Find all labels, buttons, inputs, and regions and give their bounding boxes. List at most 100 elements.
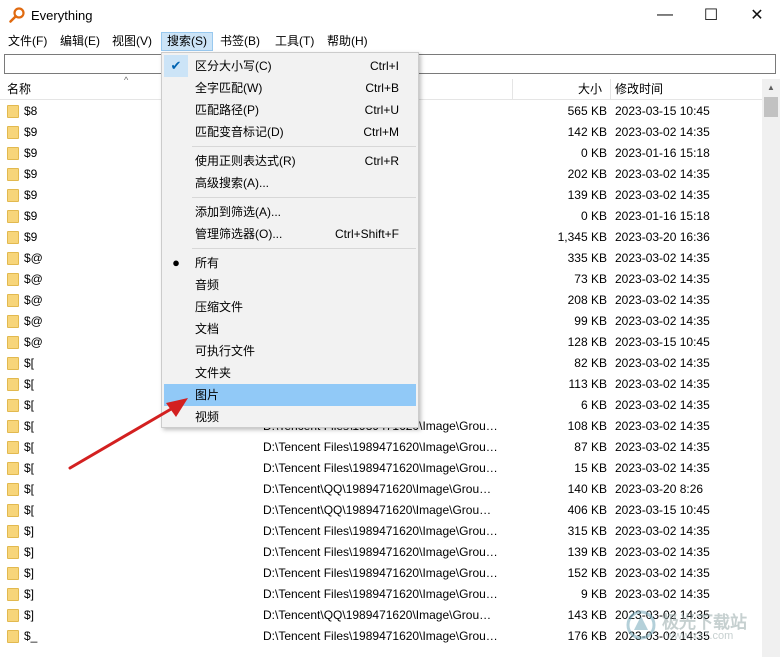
row-size: 0 KB	[580, 146, 607, 160]
vertical-scrollbar[interactable]: ▲	[762, 79, 780, 657]
row-date: 2023-03-15 10:45	[615, 335, 710, 349]
menu-item-label: 所有	[195, 256, 220, 270]
table-row[interactable]: $] D:\Tencent Files\1989471620\Image\Grou…	[0, 563, 762, 584]
row-size: 140 KB	[567, 482, 607, 496]
row-date: 2023-03-02 14:35	[615, 419, 710, 433]
row-date: 2023-03-02 14:35	[615, 356, 710, 370]
scroll-thumb[interactable]	[764, 97, 778, 117]
search-menu-item[interactable]: 视频	[164, 406, 416, 428]
row-name: $9	[24, 125, 38, 139]
menu-edit[interactable]: 编辑(E)	[55, 32, 105, 51]
search-menu-item[interactable]: 匹配变音标记(D) Ctrl+M	[164, 121, 416, 143]
search-menu-item[interactable]: 压缩文件	[164, 296, 416, 318]
watermark-url: www.xz7.com	[666, 630, 734, 642]
folder-icon	[7, 420, 19, 433]
row-name: $]	[24, 608, 35, 622]
table-row[interactable]: $] D:\Tencent Files\1989471620\Image\Grou…	[0, 542, 762, 563]
close-button[interactable]: ✕	[734, 0, 780, 30]
menu-item-label: 匹配路径(P)	[195, 103, 259, 117]
scroll-up-icon[interactable]: ▲	[762, 79, 780, 96]
table-row[interactable]: $] D:\Tencent Files\1989471620\Image\Grou…	[0, 584, 762, 605]
folder-icon	[7, 336, 19, 349]
row-date: 2023-03-02 14:35	[615, 188, 710, 202]
folder-icon	[7, 525, 19, 538]
column-divider[interactable]	[610, 79, 611, 100]
menu-mark-icon	[164, 340, 188, 362]
maximize-button[interactable]: ☐	[688, 0, 734, 30]
row-name: $[	[24, 398, 35, 412]
column-size[interactable]: 大小	[578, 79, 602, 100]
row-name: $9	[24, 230, 38, 244]
menu-search[interactable]: 搜索(S)	[161, 32, 213, 51]
table-row[interactable]: $[D:\Tencent\QQ\1989471620\Image\Grou… 14…	[0, 479, 762, 500]
search-menu-item[interactable]: 高级搜索(A)...	[164, 172, 416, 194]
folder-icon	[7, 483, 19, 496]
row-size: 99 KB	[574, 314, 607, 328]
row-path: D:\Tencent\QQ\1989471620\Image\Grou…	[263, 482, 492, 496]
watermark-logo-icon	[626, 610, 656, 640]
annotation-arrow-icon	[68, 398, 188, 470]
row-name: $@	[24, 293, 43, 307]
menu-item-shortcut: Ctrl+M	[363, 125, 399, 139]
menu-help[interactable]: 帮助(H)	[322, 32, 373, 51]
menu-view[interactable]: 视图(V)	[107, 32, 157, 51]
folder-icon	[7, 462, 19, 475]
menu-item-label: 文档	[195, 322, 220, 336]
search-menu-item[interactable]: ✔ 区分大小写(C) Ctrl+I	[164, 55, 416, 77]
row-path: D:\Tencent Files\1989471620\Image\Grou…	[263, 461, 498, 475]
row-name: $]	[24, 524, 35, 538]
minimize-icon: —	[657, 6, 673, 23]
search-menu-item[interactable]: 文件夹	[164, 362, 416, 384]
search-menu-item[interactable]: 全字匹配(W) Ctrl+B	[164, 77, 416, 99]
row-name: $[	[24, 356, 35, 370]
close-icon: ✕	[750, 7, 764, 24]
search-menu-item[interactable]: 可执行文件	[164, 340, 416, 362]
search-menu-item[interactable]: 匹配路径(P) Ctrl+U	[164, 99, 416, 121]
row-name: $[	[24, 503, 35, 517]
table-row[interactable]: $[D:\Tencent\QQ\1989471620\Image\Grou… 40…	[0, 500, 762, 521]
folder-icon	[7, 126, 19, 139]
menu-file[interactable]: 文件(F)	[3, 32, 52, 51]
search-menu-item[interactable]: 使用正则表达式(R) Ctrl+R	[164, 150, 416, 172]
row-size: 406 KB	[567, 503, 607, 517]
watermark: 极光下载站 www.xz7.com	[622, 606, 772, 646]
minimize-button[interactable]: —	[642, 0, 688, 30]
search-menu-item[interactable]: 图片	[164, 384, 416, 406]
row-size: 87 KB	[574, 440, 607, 454]
menu-item-shortcut: Ctrl+B	[365, 81, 399, 95]
search-menu-item[interactable]: ● 所有	[164, 252, 416, 274]
row-size: 152 KB	[567, 566, 607, 580]
title-bar: Everything — ☐ ✕	[0, 0, 780, 30]
search-menu-item[interactable]: 音频	[164, 274, 416, 296]
row-path: D:\Tencent Files\1989471620\Image\Grou…	[263, 629, 498, 643]
folder-icon	[7, 630, 19, 643]
row-date: 2023-03-02 14:35	[615, 398, 710, 412]
search-menu-item[interactable]: 管理筛选器(O)... Ctrl+Shift+F	[164, 223, 416, 245]
row-date: 2023-03-02 14:35	[615, 251, 710, 265]
folder-icon	[7, 147, 19, 160]
column-divider[interactable]	[512, 79, 513, 100]
row-path: D:\Tencent Files\1989471620\Image\Grou…	[263, 545, 498, 559]
menu-item-label: 压缩文件	[195, 300, 244, 314]
row-date: 2023-03-02 14:35	[615, 524, 710, 538]
search-menu-item[interactable]: 添加到筛选(A)...	[164, 201, 416, 223]
menu-item-shortcut: Ctrl+R	[364, 154, 399, 168]
row-name: $]	[24, 545, 35, 559]
folder-icon	[7, 315, 19, 328]
menu-item-shortcut: Ctrl+Shift+F	[334, 227, 399, 241]
search-menu-item[interactable]: 文档	[164, 318, 416, 340]
row-date: 2023-03-02 14:35	[615, 566, 710, 580]
folder-icon	[7, 294, 19, 307]
menu-tools[interactable]: 工具(T)	[270, 32, 319, 51]
checkmark-icon: ✔	[164, 55, 188, 77]
table-row[interactable]: $] D:\Tencent Files\1989471620\Image\Grou…	[0, 521, 762, 542]
row-size: 113 KB	[568, 377, 607, 391]
row-date: 2023-03-02 14:35	[615, 314, 710, 328]
column-name[interactable]: 名称	[7, 79, 31, 100]
menu-bookmarks[interactable]: 书签(B)	[215, 32, 265, 51]
folder-icon	[7, 546, 19, 559]
menu-mark-icon	[164, 362, 188, 384]
row-size: 565 KB	[567, 104, 607, 118]
column-modified[interactable]: 修改时间	[615, 79, 663, 100]
folder-icon	[7, 189, 19, 202]
